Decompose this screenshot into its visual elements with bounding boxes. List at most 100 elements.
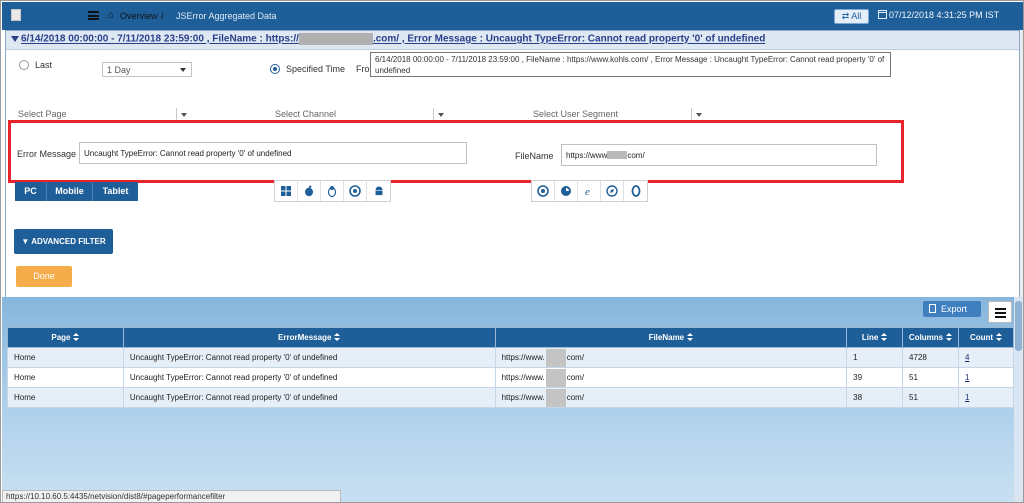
cell-line: 38 — [846, 387, 904, 408]
ie-icon[interactable]: e — [578, 181, 601, 201]
status-bar-url: https://10.10.60.5:4435/netvision/dist8/… — [2, 490, 341, 502]
table-row[interactable]: Home Uncaught TypeError: Cannot read pro… — [7, 367, 1014, 388]
select-channel-text: Select Channel — [275, 109, 337, 119]
sort-icon — [73, 333, 80, 341]
filter-title-prefix: 6/14/2018 00:00:00 - 7/11/2018 23:59:00 … — [21, 33, 299, 45]
list-icon-line — [995, 312, 1006, 314]
file-prefix: https://www. — [501, 352, 545, 362]
last-duration-select[interactable]: 1 Day — [102, 62, 192, 77]
list-icon-line — [995, 308, 1006, 310]
table-row[interactable]: Home Uncaught TypeError: Cannot read pro… — [7, 387, 1014, 408]
redaction-mask — [607, 151, 628, 159]
column-header-filename[interactable]: FileName — [494, 327, 848, 348]
column-header-label: ErrorMessage — [278, 333, 332, 342]
cell-columns: 51 — [902, 387, 959, 408]
filename-input[interactable]: https://www com/ — [561, 144, 877, 166]
firefox-icon[interactable] — [555, 181, 578, 201]
filename-suffix: com/ — [627, 151, 645, 160]
filter-panel-scrollbar[interactable] — [1020, 30, 1023, 298]
column-header-errormessage[interactable]: ErrorMessage — [122, 327, 496, 348]
device-pc-button[interactable]: PC — [15, 182, 47, 201]
scrollbar-thumb[interactable] — [1015, 301, 1022, 351]
column-header-label: FileName — [648, 333, 685, 342]
redaction-mask — [298, 33, 373, 45]
app-frame: ⌂ Overview / JSError Aggregated Data ⇄ A… — [0, 0, 1024, 503]
file-suffix: com/ — [566, 372, 585, 382]
home-icon[interactable]: ⌂ — [108, 10, 114, 21]
os-filter-group — [274, 180, 391, 202]
filter-icon — [11, 36, 19, 42]
document-icon — [929, 304, 936, 313]
js-error-table: Page ErrorMessage FileName Line Columns … — [7, 327, 1014, 408]
column-header-label: Count — [969, 333, 994, 342]
filter-title-bar[interactable]: 6/14/2018 00:00:00 - 7/11/2018 23:59:00 … — [6, 31, 1019, 50]
apple-icon[interactable] — [298, 181, 321, 201]
breadcrumb-current: JSError Aggregated Data — [176, 11, 277, 21]
specified-time-radio[interactable] — [270, 64, 280, 74]
select-user-segment-text: Select User Segment — [533, 109, 619, 119]
error-message-label: Error Message — [17, 149, 77, 159]
cell-count-link[interactable]: 1 — [958, 387, 1014, 408]
windows-icon[interactable] — [275, 181, 298, 201]
column-header-columns[interactable]: Columns — [902, 327, 959, 348]
chevron-down-icon — [181, 113, 187, 117]
cell-filename: https://www. com/ — [494, 367, 848, 388]
cell-line: 1 — [846, 347, 904, 368]
cell-count-link[interactable]: 4 — [958, 347, 1014, 368]
logo-image — [11, 9, 21, 21]
done-button[interactable]: Done — [16, 266, 72, 287]
cell-line: 39 — [846, 367, 904, 388]
android-icon[interactable] — [367, 181, 390, 201]
specified-time-label: Specified Time — [286, 64, 346, 74]
calendar-icon — [878, 10, 887, 19]
column-header-count[interactable]: Count — [958, 327, 1014, 348]
device-toggle-group: PC Mobile Tablet — [15, 182, 138, 201]
table-row[interactable]: Home Uncaught TypeError: Cannot read pro… — [7, 347, 1014, 368]
sort-icon — [687, 333, 694, 341]
chevron-down-icon — [438, 113, 444, 117]
filter-tooltip: 6/14/2018 00:00:00 - 7/11/2018 23:59:00 … — [370, 52, 891, 77]
file-suffix: com/ — [566, 392, 585, 402]
filter-summary-title[interactable]: 6/14/2018 00:00:00 - 7/11/2018 23:59:00 … — [21, 33, 765, 45]
last-radio[interactable] — [19, 60, 29, 70]
device-tablet-button[interactable]: Tablet — [93, 182, 138, 201]
opera-icon[interactable] — [624, 181, 647, 201]
redaction-mask — [545, 348, 566, 367]
linux-icon[interactable] — [321, 181, 344, 201]
safari-icon[interactable] — [601, 181, 624, 201]
browser-filter-group: e — [531, 180, 648, 202]
last-label: Last — [35, 60, 53, 70]
export-button[interactable]: Export — [923, 301, 981, 317]
sort-icon — [881, 333, 888, 341]
export-label: Export — [941, 304, 968, 314]
column-header-page[interactable]: Page — [7, 327, 124, 348]
redaction-mask — [545, 388, 566, 407]
redaction-mask — [545, 368, 566, 387]
advanced-filter-button[interactable]: ▼ ADVANCED FILTER — [14, 229, 113, 254]
error-message-value: Uncaught TypeError: Cannot read property… — [84, 149, 292, 158]
svg-text:e: e — [585, 186, 590, 197]
column-header-label: Line — [861, 333, 879, 342]
cell-count-link[interactable]: 1 — [958, 367, 1014, 388]
chrome-icon[interactable] — [532, 181, 555, 201]
error-message-input[interactable]: Uncaught TypeError: Cannot read property… — [79, 142, 467, 164]
cell-error-message: Uncaught TypeError: Cannot read property… — [122, 387, 496, 408]
list-icon-line — [995, 316, 1006, 318]
breadcrumb-overview[interactable]: Overview — [120, 11, 158, 21]
last-duration-value: 1 Day — [107, 65, 131, 75]
filter-title-suffix: .com/ , Error Message : Uncaught TypeErr… — [372, 33, 766, 45]
cell-columns: 51 — [902, 367, 959, 388]
column-header-label: Columns — [908, 333, 944, 342]
cell-error-message: Uncaught TypeError: Cannot read property… — [122, 367, 496, 388]
sort-icon — [996, 333, 1003, 341]
column-header-line[interactable]: Line — [846, 327, 904, 348]
all-button[interactable]: ⇄ All — [834, 9, 869, 24]
device-mobile-button[interactable]: Mobile — [47, 182, 93, 201]
chrome-os-icon[interactable] — [344, 181, 367, 201]
column-toggle-button[interactable] — [988, 301, 1012, 323]
cell-filename: https://www. com/ — [494, 387, 848, 408]
file-prefix: https://www. — [501, 372, 545, 382]
file-prefix: https://www. — [501, 392, 545, 402]
menu-icon[interactable] — [88, 11, 99, 20]
table-header-row: Page ErrorMessage FileName Line Columns … — [7, 327, 1014, 348]
